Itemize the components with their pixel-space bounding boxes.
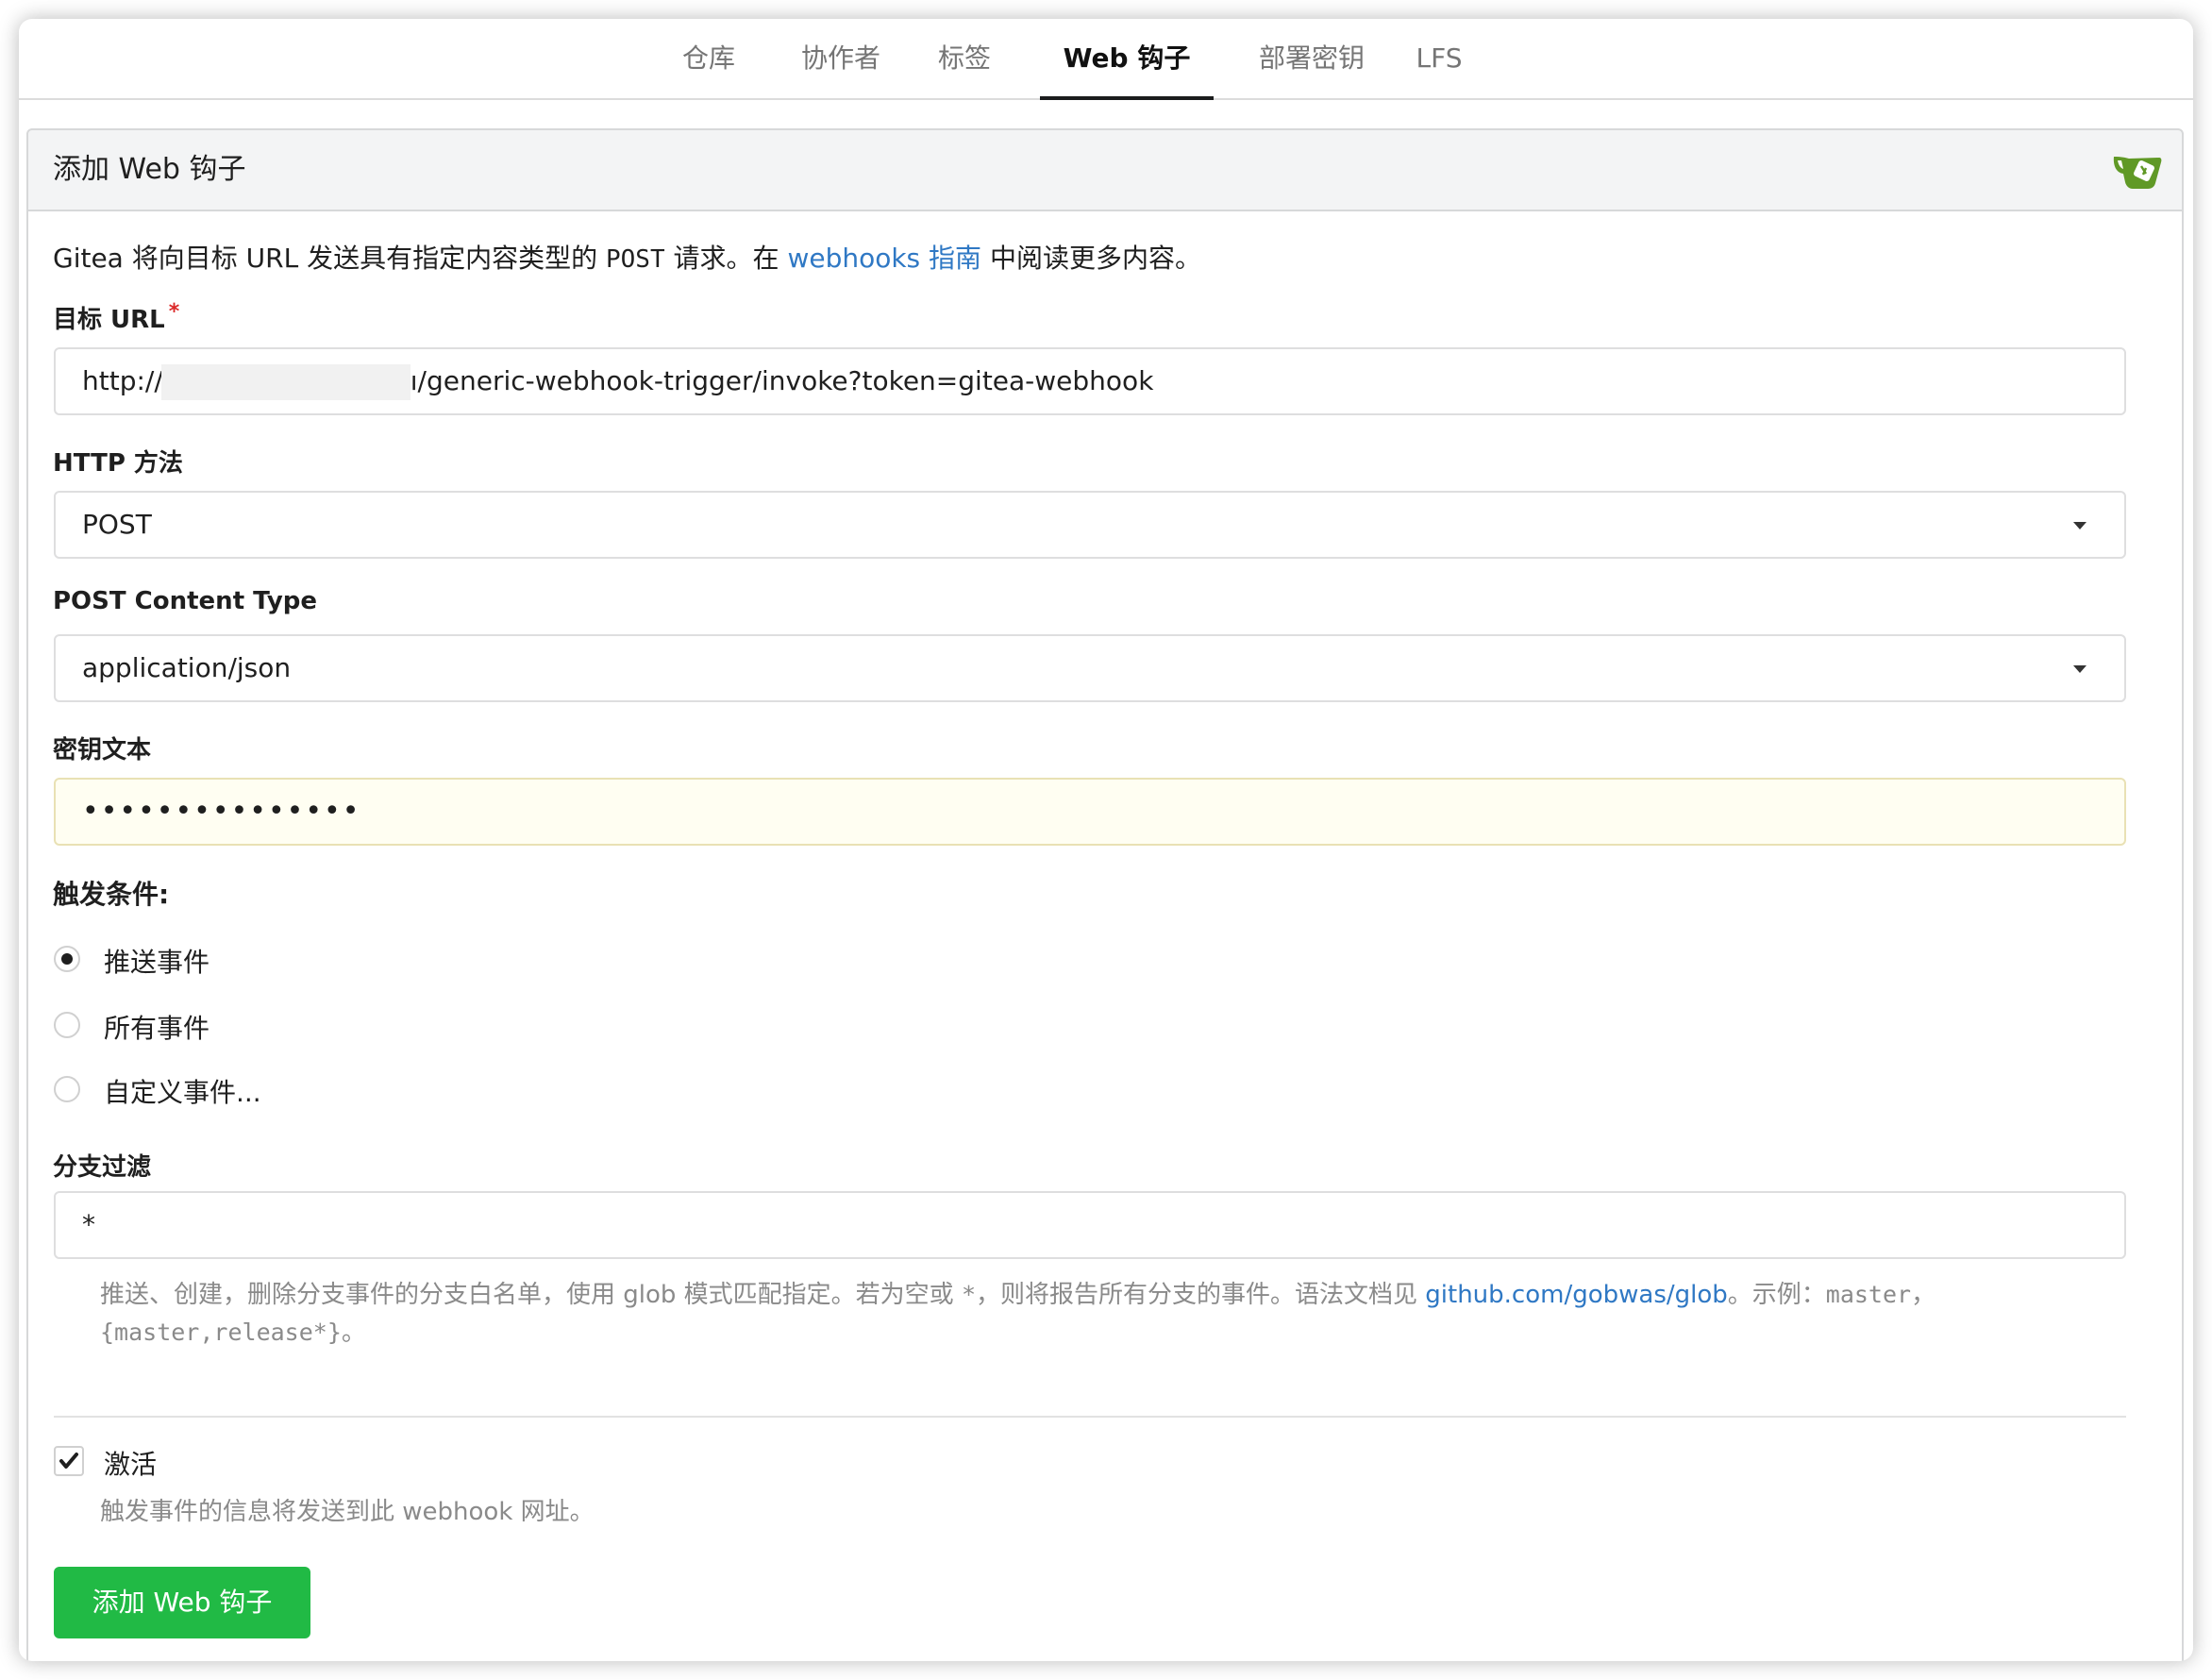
add-webhook-button[interactable]: 添加 Web 钩子 xyxy=(54,1567,310,1638)
page-title: 添加 Web 钩子 xyxy=(53,153,246,186)
dropdown-caret-icon xyxy=(2073,522,2086,529)
description-method: POST xyxy=(606,245,665,274)
custom-events-label[interactable]: 自定义事件... xyxy=(104,1072,261,1110)
gitea-logo-icon xyxy=(2113,157,2162,189)
tab-lfs[interactable]: LFS xyxy=(1406,19,1472,98)
tab-tags[interactable]: 标签 xyxy=(927,19,1002,98)
content-type-value: application/json xyxy=(82,652,292,683)
http-method-label: HTTP 方法 xyxy=(53,449,183,478)
radio-all-events[interactable] xyxy=(54,1012,80,1038)
target-url-label: 目标 URL * xyxy=(53,300,180,334)
tab-repository[interactable]: 仓库 xyxy=(666,19,751,98)
tab-collaborators[interactable]: 协作者 xyxy=(789,19,893,98)
secret-value: ••••••••••••••• xyxy=(82,795,361,828)
radio-push-events[interactable] xyxy=(54,946,80,972)
content-type-select[interactable]: application/json xyxy=(54,634,2126,702)
http-method-select[interactable]: POST xyxy=(54,491,2126,559)
settings-tabs: 仓库 协作者 标签 Web 钩子 部署密钥 LFS xyxy=(19,19,2193,100)
trigger-label: 触发条件: xyxy=(53,879,170,910)
form-header: 添加 Web 钩子 xyxy=(26,128,2184,211)
description-text-middle: 请求。在 xyxy=(664,243,788,274)
form-divider xyxy=(54,1416,2126,1418)
tab-webhooks[interactable]: Web 钩子 xyxy=(1040,19,1214,100)
active-checkbox[interactable] xyxy=(54,1446,84,1476)
content-type-label: POST Content Type xyxy=(53,587,318,615)
all-events-label[interactable]: 所有事件 xyxy=(104,1008,209,1046)
push-events-label[interactable]: 推送事件 xyxy=(104,942,209,980)
secret-input[interactable]: ••••••••••••••• xyxy=(54,778,2126,846)
redacted-host xyxy=(160,364,411,400)
webhooks-guide-link[interactable]: webhooks 指南 xyxy=(787,243,981,274)
glob-docs-link[interactable]: github.com/gobwas/glob xyxy=(1425,1281,1728,1309)
http-method-value: POST xyxy=(82,509,152,540)
target-url-suffix: ı/generic-webhook-trigger/invoke?token=g… xyxy=(410,365,1154,396)
radio-custom-events[interactable] xyxy=(54,1076,80,1102)
webhook-description: Gitea 将向目标 URL 发送具有指定内容类型的 POST 请求。在 web… xyxy=(53,238,1201,276)
branch-filter-help: 推送、创建，删除分支事件的分支白名单，使用 glob 模式匹配指定。若为空或 *… xyxy=(100,1281,1936,1347)
target-url-prefix: http:// xyxy=(82,365,163,396)
branch-filter-label: 分支过滤 xyxy=(53,1153,152,1182)
dropdown-caret-icon xyxy=(2073,665,2086,673)
branch-filter-value: * xyxy=(82,1209,95,1240)
target-url-input[interactable]: http:// ı/generic-webhook-trigger/invoke?… xyxy=(54,347,2126,415)
branch-filter-input[interactable]: * xyxy=(54,1191,2126,1259)
form-body xyxy=(26,210,2184,1661)
settings-window: 仓库 协作者 标签 Web 钩子 部署密钥 LFS 添加 Web 钩子 Gite… xyxy=(19,19,2193,1661)
checkmark-icon xyxy=(59,1453,78,1469)
required-mark: * xyxy=(168,300,180,324)
secret-label: 密钥文本 xyxy=(53,736,152,764)
description-text-suffix: 中阅读更多内容。 xyxy=(981,243,1201,274)
active-label[interactable]: 激活 xyxy=(104,1444,157,1482)
description-text: Gitea 将向目标 URL 发送具有指定内容类型的 xyxy=(53,243,606,274)
tab-deploy-keys[interactable]: 部署密钥 xyxy=(1246,19,1378,98)
active-help: 触发事件的信息将发送到此 webhook 网址。 xyxy=(100,1498,595,1526)
